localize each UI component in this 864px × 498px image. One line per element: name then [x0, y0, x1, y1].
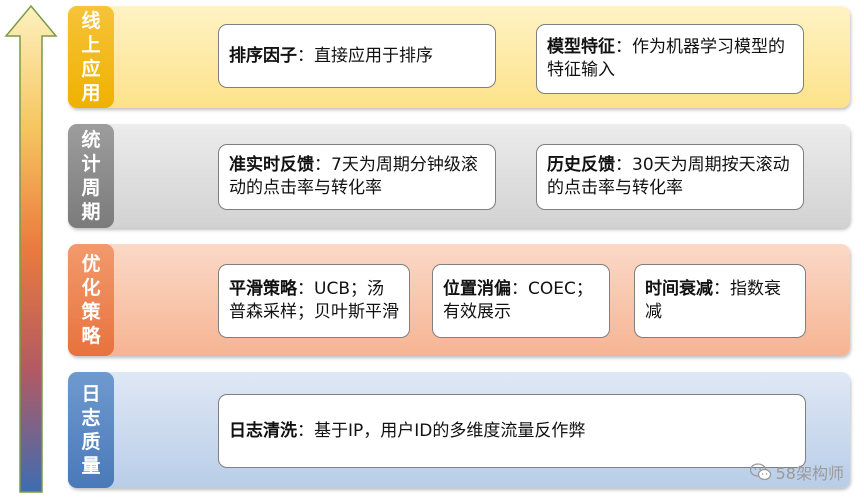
- layer-tag: 日志质量: [68, 372, 114, 488]
- item-title: 平滑策略: [229, 279, 297, 299]
- item-title: 历史反馈: [547, 155, 615, 175]
- upward-progress-arrow: [4, 4, 58, 493]
- item-title: 位置消偏: [443, 279, 511, 299]
- layer-optimization-strategy: 优化策略 平滑策略：UCB；汤普森采样；贝叶斯平滑 位置消偏：COEC；有效展示…: [68, 244, 850, 356]
- item-title: 排序因子: [229, 45, 297, 66]
- layer-tag: 统计周期: [68, 124, 114, 228]
- item-box: 历史反馈：30天为周期按天滚动的点击率与转化率: [536, 144, 804, 210]
- item-title: 准实时反馈: [229, 155, 314, 175]
- item-title: 日志清洗: [229, 420, 297, 441]
- item-title: 模型特征: [547, 37, 615, 57]
- item-title: 时间衰减: [645, 279, 713, 299]
- layer-tag: 优化策略: [68, 244, 114, 356]
- item-box: 排序因子：直接应用于排序: [218, 24, 496, 88]
- item-desc: ：基于IP，用户ID的多维度流量反作弊: [297, 420, 586, 441]
- layer-online-application: 线上应用 排序因子：直接应用于排序 模型特征：作为机器学习模型的特征输入: [68, 6, 850, 108]
- item-desc: ：直接应用于排序: [297, 45, 433, 66]
- item-box: 位置消偏：COEC；有效展示: [432, 264, 610, 338]
- item-box: 日志清洗：基于IP，用户ID的多维度流量反作弊: [218, 394, 806, 468]
- layer-log-quality: 日志质量 日志清洗：基于IP，用户ID的多维度流量反作弊: [68, 372, 850, 488]
- layer-tag: 线上应用: [68, 6, 114, 108]
- item-box: 平滑策略：UCB；汤普森采样；贝叶斯平滑: [218, 264, 410, 338]
- item-box: 准实时反馈：7天为周期分钟级滚动的点击率与转化率: [218, 144, 496, 210]
- layer-statistics-period: 统计周期 准实时反馈：7天为周期分钟级滚动的点击率与转化率 历史反馈：30天为周…: [68, 124, 850, 228]
- watermark: 58架构师: [749, 460, 844, 484]
- wechat-icon: [749, 463, 771, 481]
- item-box: 模型特征：作为机器学习模型的特征输入: [536, 24, 804, 94]
- item-box: 时间衰减：指数衰减: [634, 264, 806, 338]
- watermark-text: 58架构师: [775, 464, 844, 483]
